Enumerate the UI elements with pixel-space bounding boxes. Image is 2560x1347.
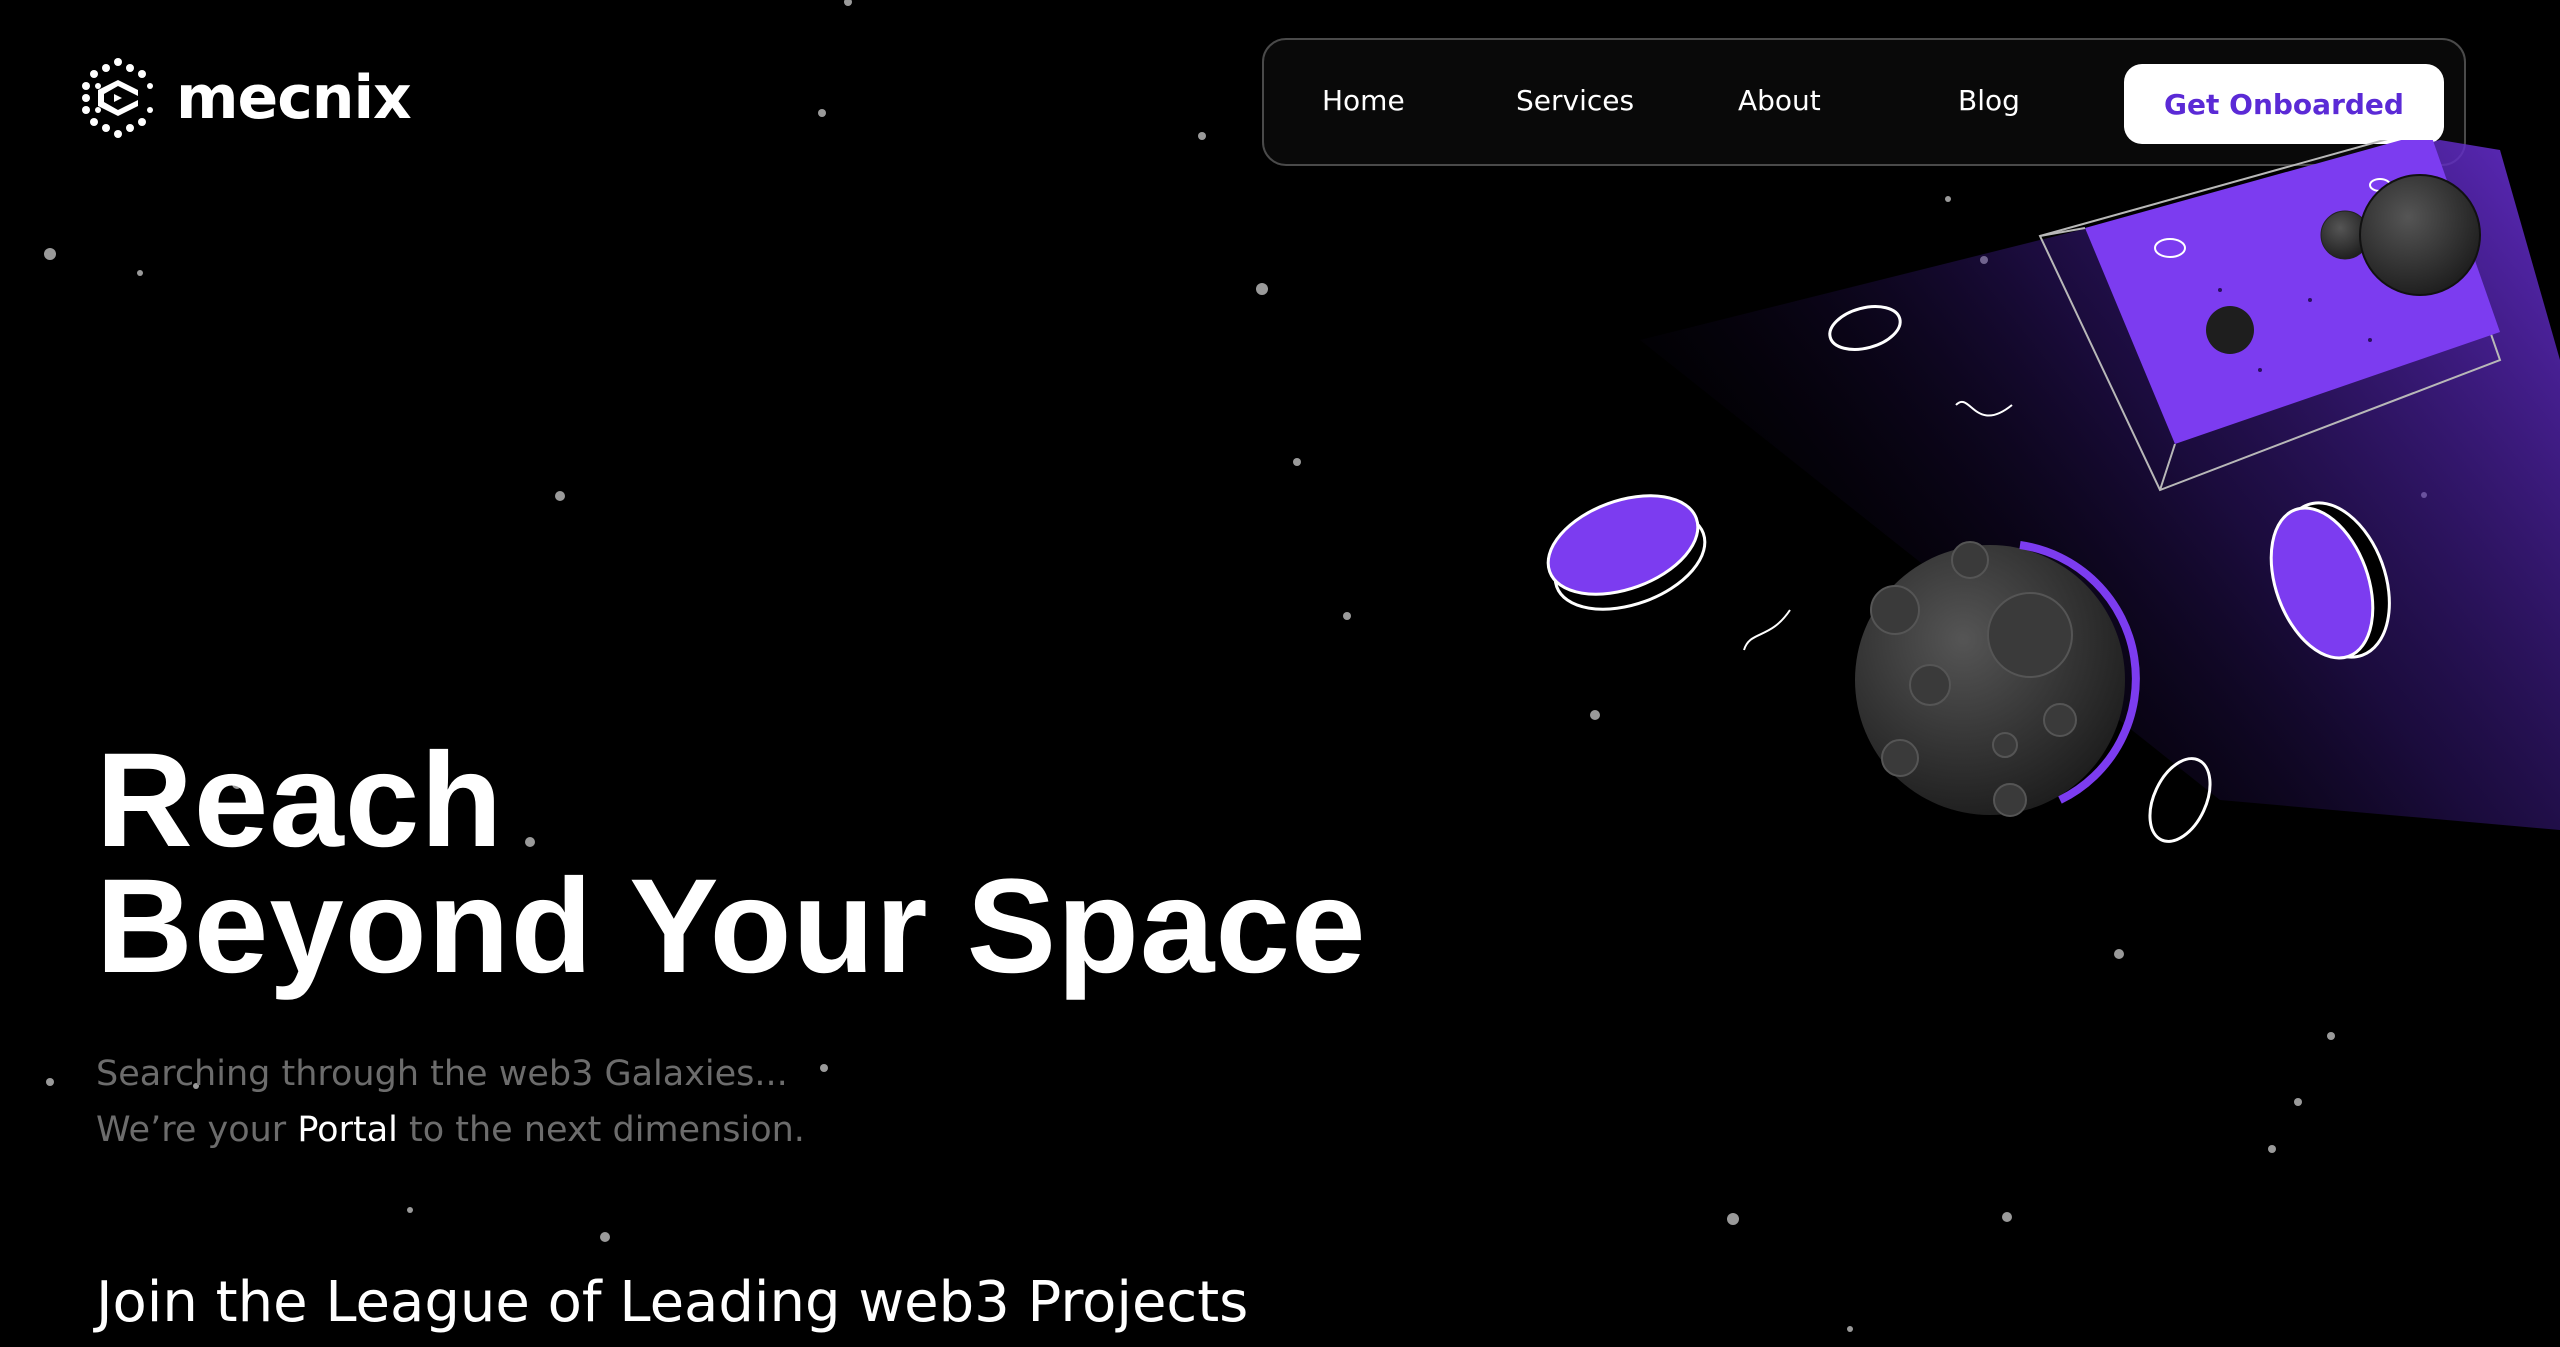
hero-title: Reach Beyond Your Space [96, 734, 1367, 994]
cratered-planet [1855, 541, 2140, 817]
hero-title-line2: Beyond Your Space [96, 852, 1367, 1001]
subtitle-prefix: We’re your [96, 1110, 298, 1150]
hexagon-dots-logo-icon [82, 58, 153, 138]
brand-name: mecnix [176, 63, 412, 133]
league-heading: Join the League of Leading web3 Projects [96, 1270, 1249, 1335]
get-onboarded-button[interactable]: Get Onboarded [2124, 64, 2444, 144]
hero-subtitle-line1: Searching through the web3 Galaxies... [96, 1054, 788, 1094]
hero-subtitle-line2: We’re your Portal to the next dimension. [96, 1110, 805, 1150]
portal-highlight: Portal [297, 1110, 398, 1150]
space-portal-illustration [1546, 140, 2560, 843]
subtitle-suffix: to the next dimension. [397, 1110, 805, 1150]
nav-home-link[interactable]: Home [1322, 84, 1405, 117]
nav-services-link[interactable]: Services [1516, 84, 1634, 117]
nav-about-link[interactable]: About [1738, 84, 1821, 117]
nav-blog-link[interactable]: Blog [1958, 84, 2020, 117]
brand-logo[interactable]: mecnix [80, 56, 412, 140]
